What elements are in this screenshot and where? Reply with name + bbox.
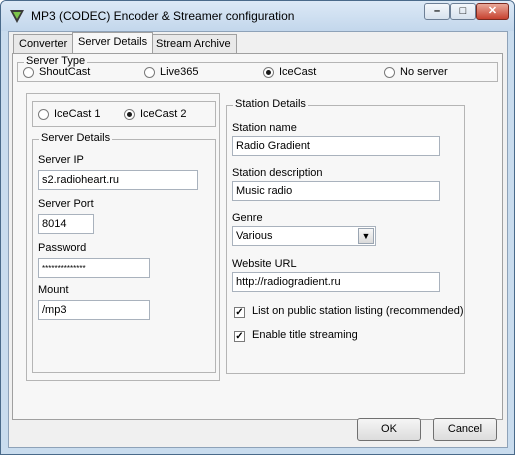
window-title: MP3 (CODEC) Encoder & Streamer configura…: [31, 9, 295, 23]
genre-label: Genre: [232, 212, 263, 224]
radio-live365-label: Live365: [160, 66, 199, 78]
radio-no-server-label: No server: [400, 66, 448, 78]
radio-icecast-1[interactable]: [38, 109, 49, 120]
mount-input[interactable]: [38, 300, 150, 320]
maximize-button[interactable]: □: [450, 3, 476, 20]
list-public-label: List on public station listing (recommen…: [252, 305, 464, 317]
radio-icecast-label: IceCast: [279, 66, 317, 78]
station-details-label: Station Details: [233, 98, 308, 110]
radio-icecast-2[interactable]: [124, 109, 135, 120]
left-section: IceCast 1 IceCast 2 Server Details Serve…: [26, 93, 220, 381]
website-url-input[interactable]: [232, 272, 440, 292]
icecast-version-group: IceCast 1 IceCast 2: [32, 101, 216, 127]
station-name-label: Station name: [232, 122, 297, 134]
server-ip-input[interactable]: [38, 170, 198, 190]
radio-icecast-1-label: IceCast 1: [54, 108, 101, 120]
title-streaming-checkbox[interactable]: ✓: [234, 331, 245, 342]
station-description-input[interactable]: [232, 181, 440, 201]
radio-shoutcast-label: ShoutCast: [39, 66, 91, 78]
server-details-group: Server Details Server IP Server Port Pas…: [32, 132, 216, 373]
radio-live365[interactable]: [144, 67, 155, 78]
radio-icecast[interactable]: [263, 67, 274, 78]
password-label: Password: [38, 242, 87, 254]
title-streaming-label: Enable title streaming: [252, 329, 358, 341]
tab-panel: Server Type ShoutCast Live365 IceCast No…: [12, 53, 503, 420]
ok-button[interactable]: OK: [357, 418, 421, 441]
tab-stream-archive[interactable]: Stream Archive: [150, 34, 237, 53]
genre-value: Various: [236, 230, 273, 242]
close-button[interactable]: ✕: [476, 3, 509, 20]
tab-server-details[interactable]: Server Details: [72, 32, 154, 53]
dialog-window: MP3 (CODEC) Encoder & Streamer configura…: [0, 0, 515, 455]
list-public-checkbox[interactable]: ✓: [234, 307, 245, 318]
server-type-group: Server Type ShoutCast Live365 IceCast No…: [17, 55, 498, 82]
radio-no-server[interactable]: [384, 67, 395, 78]
genre-select[interactable]: Various ▼: [232, 226, 376, 246]
client-area: Converter Server Details Stream Archive …: [8, 31, 508, 448]
radio-icecast-2-label: IceCast 2: [140, 108, 187, 120]
station-details-group: Station Details Station name Station des…: [226, 98, 465, 374]
maximize-icon: □: [459, 5, 467, 17]
minimize-button[interactable]: –: [424, 3, 450, 20]
mount-label: Mount: [38, 284, 69, 296]
chevron-down-icon[interactable]: ▼: [358, 228, 374, 244]
server-ip-label: Server IP: [38, 154, 84, 166]
title-bar[interactable]: MP3 (CODEC) Encoder & Streamer configura…: [1, 1, 514, 31]
station-name-input[interactable]: [232, 136, 440, 156]
tab-converter[interactable]: Converter: [13, 34, 74, 53]
cancel-button[interactable]: Cancel: [433, 418, 497, 441]
close-icon: ✕: [487, 5, 498, 17]
server-details-label: Server Details: [39, 132, 113, 144]
minimize-icon: –: [433, 5, 441, 17]
station-description-label: Station description: [232, 167, 323, 179]
app-icon: [10, 10, 24, 23]
website-url-label: Website URL: [232, 258, 297, 270]
server-port-label: Server Port: [38, 198, 94, 210]
radio-shoutcast[interactable]: [23, 67, 34, 78]
password-input[interactable]: [38, 258, 150, 278]
server-port-input[interactable]: [38, 214, 94, 234]
